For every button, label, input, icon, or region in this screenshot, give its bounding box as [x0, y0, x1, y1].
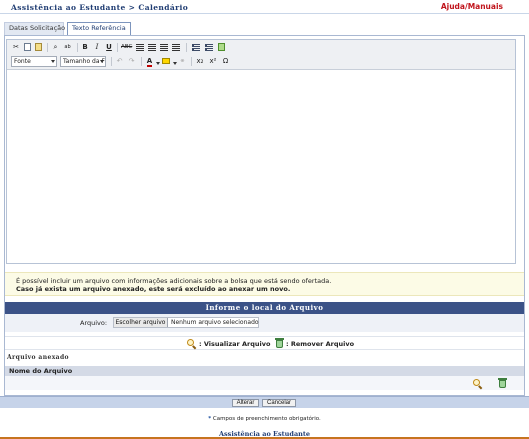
editor-toolbar: ✂ ⌕ ab B I U ABC Fonte Tamanho da F ↶ ↷: [7, 40, 515, 70]
file-form-row: Arquivo: Escolher arquivo Nenhum arquivo…: [5, 314, 524, 332]
tab-datas-solicitacao[interactable]: Datas Solicitação: [4, 22, 65, 35]
file-input[interactable]: Escolher arquivo Nenhum arquivo selecion…: [113, 317, 259, 328]
bullet-list-icon[interactable]: [191, 42, 201, 53]
editor-text-area[interactable]: [7, 71, 515, 263]
toolbar-separator: [186, 43, 187, 52]
attached-section-title: Arquivo anexado: [7, 354, 69, 361]
page-header: Assistência ao Estudante > Calendário Aj…: [0, 0, 529, 14]
choose-file-button[interactable]: Escolher arquivo: [114, 318, 168, 327]
chevron-down-icon[interactable]: [173, 62, 177, 65]
font-size-select[interactable]: Tamanho da F: [60, 56, 106, 67]
tab-texto-referencia[interactable]: Texto Referência: [67, 22, 131, 35]
font-family-select[interactable]: Fonte: [11, 56, 57, 67]
info-notice: É possível incluir um arquivo com inform…: [5, 272, 524, 296]
toolbar-separator: [111, 57, 112, 66]
font-family-value: Fonte: [14, 58, 31, 65]
cancel-button[interactable]: Cancelar: [262, 399, 296, 407]
legend-view-label: : Visualizar Arquivo: [199, 340, 271, 348]
toolbar-separator: [191, 57, 192, 66]
link-icon[interactable]: ⚭: [178, 56, 187, 67]
trash-icon: [275, 338, 284, 348]
table-header: Nome do Arquivo: [5, 366, 524, 376]
font-size-value: Tamanho da F: [63, 58, 105, 65]
underline-button[interactable]: U: [105, 42, 113, 53]
align-center-icon[interactable]: [147, 42, 156, 53]
highlight-color-icon[interactable]: [161, 56, 171, 67]
toolbar-separator: [117, 43, 118, 52]
toolbar-separator: [77, 43, 78, 52]
required-note-text: Campos de preenchimento obrigatório.: [211, 416, 321, 422]
save-button[interactable]: Alterar: [232, 399, 259, 407]
required-fields-note: * Campos de preenchimento obrigatório.: [0, 416, 529, 422]
chevron-down-icon: [51, 60, 55, 63]
italic-button[interactable]: I: [93, 42, 101, 53]
superscript-button[interactable]: x²: [208, 56, 218, 67]
remove-file-icon[interactable]: [498, 378, 507, 388]
toolbar-separator: [47, 43, 48, 52]
rich-text-editor: ✂ ⌕ ab B I U ABC Fonte Tamanho da F ↶ ↷: [6, 39, 516, 264]
strikethrough-button[interactable]: ABC: [121, 42, 132, 53]
insert-image-icon[interactable]: [217, 42, 226, 53]
find-icon[interactable]: ⌕: [51, 42, 60, 53]
numbered-list-icon[interactable]: [204, 42, 214, 53]
align-left-icon[interactable]: [135, 42, 144, 53]
special-character-button[interactable]: Ω: [221, 56, 230, 67]
copy-icon[interactable]: [23, 42, 31, 53]
page-title: Assistência ao Estudante > Calendário: [11, 3, 189, 12]
align-right-icon[interactable]: [159, 42, 168, 53]
table-row: [5, 376, 524, 390]
paste-icon[interactable]: [34, 42, 43, 53]
align-justify-icon[interactable]: [171, 42, 180, 53]
toolbar-separator: [141, 57, 142, 66]
legend-remove-label: : Remover Arquivo: [286, 340, 355, 348]
file-status: Nenhum arquivo selecionado: [171, 319, 259, 326]
font-color-icon: A: [146, 57, 153, 67]
chevron-down-icon: [100, 60, 104, 63]
redo-icon[interactable]: ↷: [127, 56, 136, 67]
notice-text: É possível incluir um arquivo com inform…: [16, 277, 332, 285]
help-link[interactable]: Ajuda/Manuais: [441, 2, 503, 11]
file-form-header: Informe o local do Arquivo: [5, 302, 524, 314]
replace-icon[interactable]: ab: [63, 42, 72, 53]
undo-icon[interactable]: ↶: [115, 56, 124, 67]
file-label: Arquivo:: [80, 319, 108, 327]
action-bar: Alterar Cancelar: [0, 396, 529, 408]
bold-button[interactable]: B: [81, 42, 89, 53]
icon-legend: : Visualizar Arquivo : Remover Arquivo: [5, 336, 524, 350]
subscript-button[interactable]: x₂: [195, 56, 205, 67]
view-file-icon[interactable]: [473, 379, 480, 386]
font-color-button[interactable]: A: [145, 56, 154, 67]
magnifier-icon: [187, 339, 194, 346]
cut-icon[interactable]: ✂: [12, 42, 20, 53]
chevron-down-icon[interactable]: [156, 62, 160, 65]
notice-warning: Caso já exista um arquivo anexado, este …: [16, 285, 291, 293]
